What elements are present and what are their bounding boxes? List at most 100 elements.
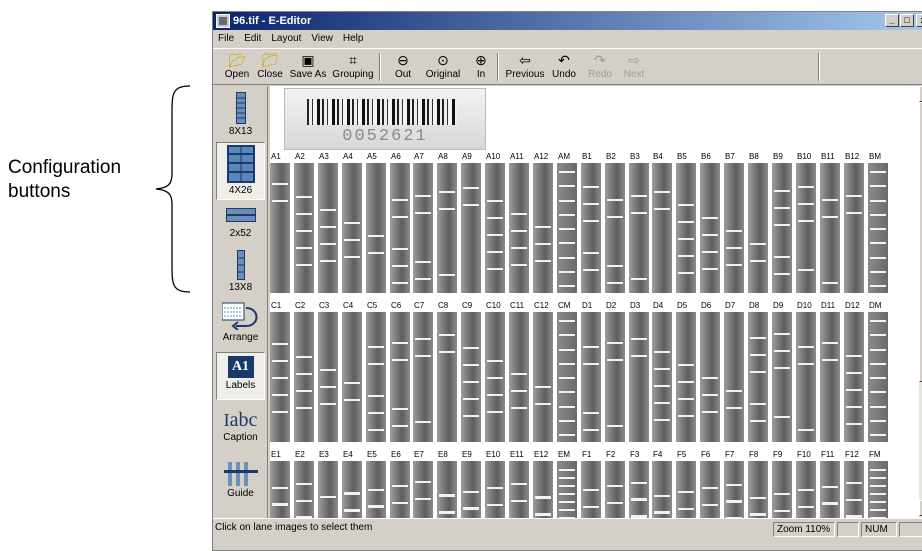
lane-image[interactable]: [485, 163, 505, 293]
lane-image[interactable]: [700, 163, 720, 293]
lane-image[interactable]: [796, 461, 816, 518]
lane-image[interactable]: [796, 163, 816, 293]
lane-image[interactable]: [366, 312, 386, 442]
lane-image[interactable]: [390, 461, 410, 518]
lane-image[interactable]: [461, 461, 481, 518]
lane-image[interactable]: [461, 163, 481, 293]
title-bar[interactable]: 96.tif - E-Editor _ □ x: [213, 12, 922, 30]
lane-image[interactable]: [581, 163, 601, 293]
lane-image[interactable]: [270, 312, 290, 442]
lane-image[interactable]: [748, 312, 768, 442]
marker-lane-image[interactable]: [868, 163, 888, 293]
lane-image[interactable]: [533, 461, 553, 518]
menu-file[interactable]: File: [213, 33, 239, 44]
lane-image[interactable]: [294, 312, 314, 442]
lane-image[interactable]: [318, 461, 338, 518]
maximize-button[interactable]: □: [900, 14, 914, 27]
lane-image[interactable]: [748, 163, 768, 293]
lane-image[interactable]: [270, 163, 290, 293]
gel-image-canvas[interactable]: 0052621 A1 A2 A3 A4 A5 A6 A7 A8 A9 A10 A11 A12 AM B1 B…: [270, 86, 918, 518]
lane-image[interactable]: [844, 312, 864, 442]
lane-image[interactable]: [605, 461, 625, 518]
vertical-scrollbar[interactable]: ▲ ▼: [918, 86, 922, 518]
close-button[interactable]: x: [916, 14, 922, 27]
lane-image[interactable]: [533, 312, 553, 442]
config-4x26-button[interactable]: 4X26: [216, 142, 265, 200]
arrange-button[interactable]: Arrange: [216, 300, 265, 346]
lane-image[interactable]: [533, 163, 553, 293]
lane-image[interactable]: [772, 461, 792, 518]
lane-image[interactable]: [605, 312, 625, 442]
lane-image[interactable]: [724, 312, 744, 442]
menu-layout[interactable]: Layout: [266, 33, 306, 44]
save-as-button[interactable]: ▣ Save As: [287, 51, 329, 83]
lane-image[interactable]: [294, 461, 314, 518]
lane-image[interactable]: [844, 461, 864, 518]
lane-image[interactable]: [318, 163, 338, 293]
lane-image[interactable]: [724, 163, 744, 293]
zoom-original-button[interactable]: ⊙ Original: [423, 51, 463, 83]
lane-image[interactable]: [605, 163, 625, 293]
lane-image[interactable]: [485, 312, 505, 442]
zoom-in-button[interactable]: ⊕ In: [469, 51, 493, 83]
minimize-button[interactable]: _: [885, 14, 899, 27]
lane-image[interactable]: [581, 461, 601, 518]
marker-lane-image[interactable]: [868, 312, 888, 442]
lane-image[interactable]: [676, 461, 696, 518]
close-file-button[interactable]: 📁︎ Close: [255, 51, 285, 83]
caption-button[interactable]: Iabc Caption: [216, 406, 265, 454]
menu-view[interactable]: View: [306, 33, 338, 44]
lane-image[interactable]: [390, 163, 410, 293]
lane-image[interactable]: [509, 461, 529, 518]
lane-image[interactable]: [629, 461, 649, 518]
lane-image[interactable]: [294, 163, 314, 293]
lane-image[interactable]: [820, 163, 840, 293]
open-button[interactable]: 📂︎ Open: [223, 51, 251, 83]
lane-image[interactable]: [652, 163, 672, 293]
labels-button[interactable]: A1 Labels: [216, 352, 265, 400]
lane-image[interactable]: [581, 312, 601, 442]
lane-image[interactable]: [748, 461, 768, 518]
lane-image[interactable]: [342, 163, 362, 293]
lane-image[interactable]: [270, 461, 290, 518]
redo-button[interactable]: ↷ Redo: [585, 51, 615, 83]
previous-button[interactable]: ⇦ Previous: [505, 51, 545, 83]
lane-image[interactable]: [342, 312, 362, 442]
menu-help[interactable]: Help: [338, 33, 369, 44]
lane-image[interactable]: [366, 163, 386, 293]
lane-image[interactable]: [772, 312, 792, 442]
lane-image[interactable]: [676, 312, 696, 442]
marker-lane-image[interactable]: [868, 461, 888, 518]
lane-image[interactable]: [509, 163, 529, 293]
lane-image[interactable]: [820, 312, 840, 442]
lane-image[interactable]: [437, 312, 457, 442]
lane-image[interactable]: [652, 461, 672, 518]
lane-image[interactable]: [820, 461, 840, 518]
grouping-button[interactable]: ⌗ Grouping: [331, 51, 375, 83]
lane-image[interactable]: [485, 461, 505, 518]
lane-image[interactable]: [844, 163, 864, 293]
config-13x8-button[interactable]: 13X8: [216, 248, 265, 296]
lane-image[interactable]: [366, 461, 386, 518]
lane-image[interactable]: [509, 312, 529, 442]
config-8x13-button[interactable]: 8X13: [216, 90, 265, 138]
lane-image[interactable]: [629, 163, 649, 293]
marker-lane-image[interactable]: [557, 312, 577, 442]
lane-image[interactable]: [318, 312, 338, 442]
lane-image[interactable]: [700, 461, 720, 518]
lane-image[interactable]: [652, 312, 672, 442]
marker-lane-image[interactable]: [557, 163, 577, 293]
lane-image[interactable]: [724, 461, 744, 518]
lane-image[interactable]: [772, 163, 792, 293]
lane-image[interactable]: [437, 163, 457, 293]
lane-image[interactable]: [796, 312, 816, 442]
marker-lane-image[interactable]: [557, 461, 577, 518]
config-2x52-button[interactable]: 2x52: [216, 204, 265, 246]
lane-image[interactable]: [461, 312, 481, 442]
lane-image[interactable]: [700, 312, 720, 442]
next-button[interactable]: ⇨ Next: [619, 51, 649, 83]
lane-image[interactable]: [413, 312, 433, 442]
lane-image[interactable]: [413, 461, 433, 518]
lane-image[interactable]: [390, 312, 410, 442]
menu-edit[interactable]: Edit: [239, 33, 266, 44]
